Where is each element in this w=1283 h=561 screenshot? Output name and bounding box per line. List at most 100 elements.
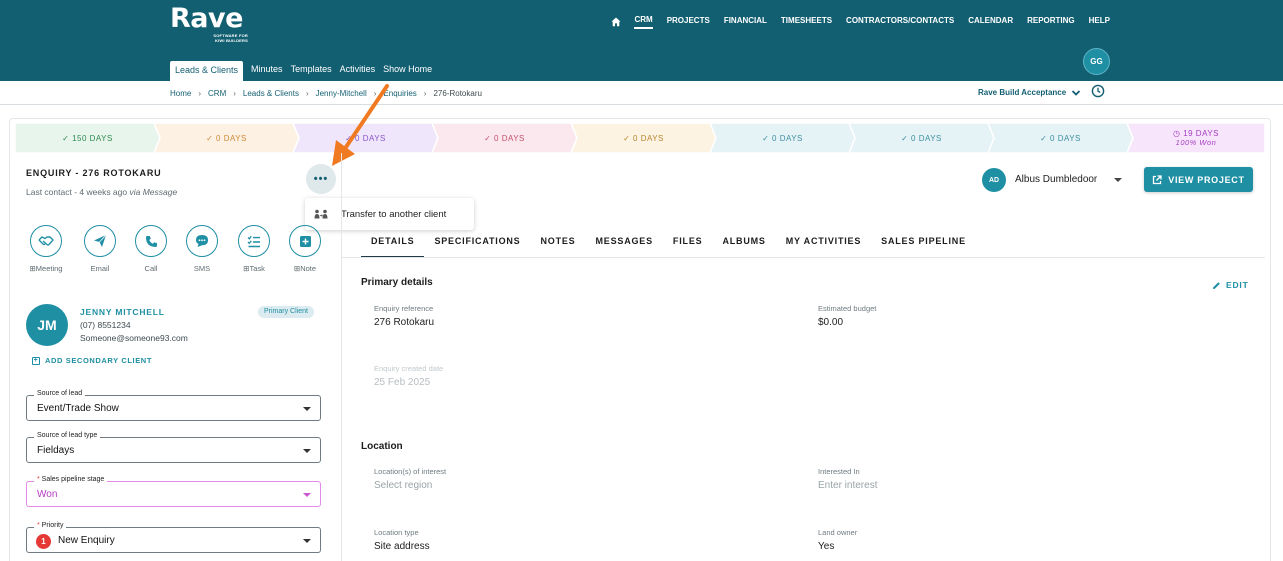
priority-badge: 1 (36, 534, 51, 549)
chevron-down-icon (1072, 89, 1081, 96)
priority-select[interactable]: * Priority 1 New Enquiry (26, 522, 321, 553)
pipeline-stage-9[interactable]: ◷ 19 DAYS 100% Won (1127, 123, 1265, 153)
source-of-lead-type-select[interactable]: Source of lead type Fieldays (26, 432, 321, 463)
rave-logo[interactable]: Rave SOFTWARE FOR KIWI BUILDERS (170, 4, 248, 43)
dropdown-caret-icon (303, 539, 311, 543)
sales-pipeline-progress: ✓ 150 DAYS ✓ 0 DAYS ✓ 0 DAYS ✓ 0 DAYS ✓ 0 DA… (15, 123, 1265, 153)
logo-tagline: SOFTWARE FOR KIWI BUILDERS (213, 33, 248, 43)
history-clock-icon[interactable] (1091, 84, 1105, 98)
client-name[interactable]: JENNY MITCHELL (80, 307, 165, 317)
interested-in-field: Interested In Enter interest (818, 467, 878, 491)
handshake-icon (38, 236, 54, 246)
breadcrumb-current: 276-Rotokaru (433, 89, 482, 98)
dropdown-caret-icon (303, 493, 311, 497)
nav-help[interactable]: HELP (1089, 16, 1110, 28)
pipeline-stage-days: ✓ 0 DAYS (901, 133, 942, 143)
tab-details[interactable]: DETAILS (361, 228, 425, 258)
created-date-field: Enquiry created date 25 Feb 2025 (374, 364, 444, 388)
pipeline-stage-8[interactable]: ✓ 0 DAYS (988, 123, 1133, 153)
pipeline-stage-5[interactable]: ✓ 0 DAYS (571, 123, 716, 153)
phone-icon (145, 235, 157, 247)
note-action[interactable]: ⊞Note (285, 225, 325, 273)
nav-contractors-contacts[interactable]: CONTRACTORS/CONTACTS (846, 16, 954, 28)
main-nav: CRM PROJECTS FINANCIAL TIMESHEETS CONTRA… (611, 15, 1110, 29)
sub-nav: Leads & Clients Minutes Templates Activi… (170, 60, 440, 81)
last-contact: Last contact - 4 weeks ago via Message (26, 187, 178, 197)
primary-details-heading: Primary details (361, 277, 433, 288)
email-action[interactable]: Email (80, 225, 120, 273)
nav-projects[interactable]: PROJECTS (667, 16, 710, 28)
pipeline-stage-days: ✓ 0 DAYS (484, 133, 525, 143)
subnav-minutes[interactable]: Minutes (251, 62, 283, 81)
pipeline-stage-2[interactable]: ✓ 0 DAYS (154, 123, 299, 153)
tabs-divider (342, 257, 1265, 258)
pipeline-stage-days: ✓ 150 DAYS (62, 133, 113, 143)
note-icon (299, 235, 311, 247)
sms-action[interactable]: SMS (182, 225, 222, 273)
pipeline-stage-days: ✓ 0 DAYS (623, 133, 664, 143)
logo-wordmark: Rave (170, 3, 243, 34)
checklist-icon (247, 235, 260, 247)
transfer-people-icon (314, 209, 328, 219)
client-avatar: JM (26, 304, 68, 346)
meeting-action[interactable]: ⊞Meeting (26, 225, 66, 273)
breadcrumb-crm[interactable]: CRM (208, 89, 226, 98)
nav-reporting[interactable]: REPORTING (1027, 16, 1075, 28)
nav-calendar[interactable]: CALENDAR (968, 16, 1013, 28)
estimated-budget-field: Estimated budget $0.00 (818, 304, 877, 328)
transfer-client-menu-item[interactable]: Transfer to another client (305, 198, 474, 230)
location-heading: Location (361, 441, 403, 452)
pipeline-stage-days: ✓ 0 DAYS (206, 133, 247, 143)
chevron-down-icon[interactable] (1114, 178, 1122, 182)
tab-sales-pipeline[interactable]: SALES PIPELINE (871, 228, 976, 258)
enquiry-title: ENQUIRY - 276 ROTOKARU (26, 168, 162, 178)
send-icon (94, 234, 107, 247)
add-secondary-client-button[interactable]: + ADD SECONDARY CLIENT (32, 356, 152, 365)
nav-financial[interactable]: FINANCIAL (724, 16, 767, 28)
nav-crm[interactable]: CRM (634, 15, 653, 29)
pipeline-stage-status: 100% Won (1175, 138, 1217, 147)
dropdown-caret-icon (303, 449, 311, 453)
pipeline-stage-6[interactable]: ✓ 0 DAYS (710, 123, 855, 153)
view-project-button[interactable]: VIEW PROJECT (1144, 167, 1253, 192)
tab-notes[interactable]: NOTES (530, 228, 585, 258)
enquiry-tabs: DETAILS SPECIFICATIONS NOTES MESSAGES FI… (361, 228, 976, 258)
nav-timesheets[interactable]: TIMESHEETS (781, 16, 832, 28)
annotation-arrow (332, 84, 389, 166)
subnav-templates[interactable]: Templates (291, 62, 332, 81)
tab-files[interactable]: FILES (663, 228, 713, 258)
primary-client-badge: Primary Client (258, 306, 314, 318)
call-action[interactable]: Call (131, 225, 171, 273)
transfer-client-label: Transfer to another client (341, 208, 447, 220)
subnav-show-home[interactable]: Show Home (383, 62, 432, 81)
location-type-field: Location type Site address (374, 528, 430, 552)
enquiry-reference-field: Enquiry reference 276 Rotokaru (374, 304, 435, 328)
pencil-icon (1213, 281, 1220, 289)
land-owner-field: Land owner Yes (818, 528, 858, 552)
client-phone: (07) 8551234 (80, 320, 131, 330)
user-avatar[interactable]: GG (1083, 48, 1110, 75)
owner-select[interactable]: Albus Dumbledoor (1015, 174, 1097, 185)
home-icon[interactable] (611, 17, 621, 27)
breadcrumb-leads-clients[interactable]: Leads & Clients (243, 89, 299, 98)
plus-square-icon: + (32, 356, 40, 365)
locations-of-interest-field: Location(s) of interest Select region (374, 467, 447, 491)
breadcrumb-home[interactable]: Home (170, 89, 191, 98)
source-of-lead-select[interactable]: Source of lead Event/Trade Show (26, 390, 321, 421)
subnav-activities[interactable]: Activities (340, 62, 376, 81)
sales-pipeline-stage-select[interactable]: * Sales pipeline stage Won (26, 476, 321, 507)
tab-my-activities[interactable]: MY ACTIVITIES (776, 228, 871, 258)
edit-button[interactable]: EDIT (1212, 280, 1249, 290)
subnav-leads-clients[interactable]: Leads & Clients (170, 61, 244, 81)
pipeline-stage-days: ✓ 0 DAYS (762, 133, 803, 143)
acceptance-dropdown[interactable]: Rave Build Acceptance (978, 88, 1081, 97)
pipeline-stage-4[interactable]: ✓ 0 DAYS (432, 123, 577, 153)
tab-albums[interactable]: ALBUMS (712, 228, 775, 258)
panel-divider (341, 153, 342, 561)
tab-messages[interactable]: MESSAGES (586, 228, 663, 258)
tab-specifications[interactable]: SPECIFICATIONS (424, 228, 530, 258)
task-action[interactable]: ⊞Task (234, 225, 274, 273)
pipeline-stage-7[interactable]: ✓ 0 DAYS (849, 123, 994, 153)
pipeline-stage-1[interactable]: ✓ 150 DAYS (15, 123, 160, 153)
breadcrumb: Home › CRM › Leads & Clients › Jenny-Mitche… (170, 89, 482, 98)
